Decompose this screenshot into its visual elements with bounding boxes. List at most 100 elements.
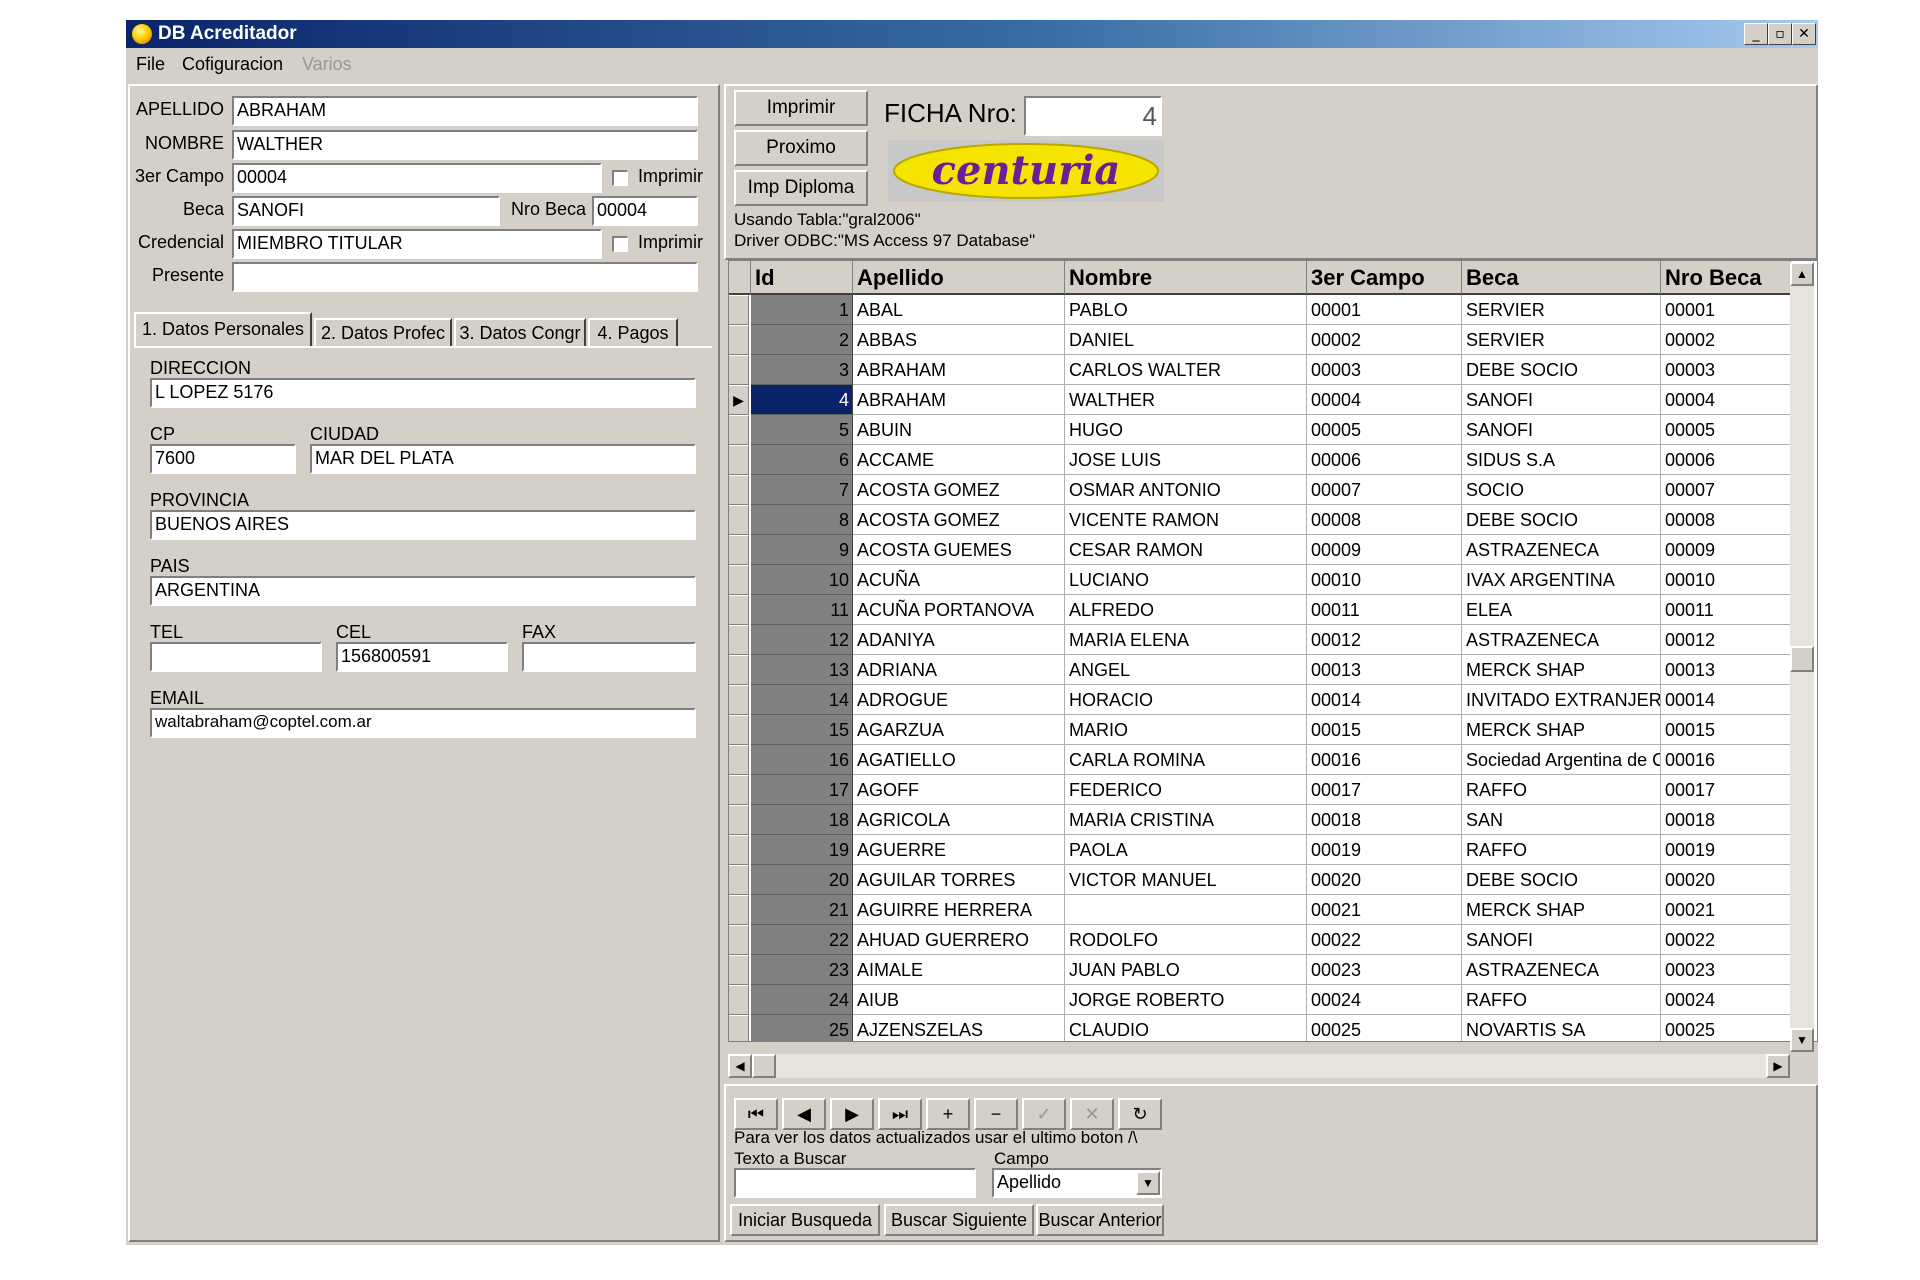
table-cell[interactable]: 12	[751, 625, 853, 655]
cp-field[interactable]: 7600	[150, 444, 296, 474]
table-cell[interactable]: 4	[751, 385, 853, 415]
table-cell[interactable]: AGRICOLA	[853, 805, 1065, 835]
table-cell[interactable]: Sociedad Argentina de C	[1462, 745, 1661, 775]
table-cell[interactable]: 00016	[1661, 745, 1791, 775]
table-cell[interactable]: DEBE SOCIO	[1462, 865, 1661, 895]
texto-buscar-input[interactable]	[734, 1168, 976, 1198]
table-cell[interactable]: 00021	[1307, 895, 1462, 925]
table-cell[interactable]: 00008	[1307, 505, 1462, 535]
table-cell[interactable]: 00013	[1661, 655, 1791, 685]
imp-diploma-button[interactable]: Imp Diploma	[734, 170, 868, 206]
minimize-button[interactable]: _	[1744, 23, 1768, 45]
fax-field[interactable]	[522, 642, 696, 672]
table-cell[interactable]: ALFREDO	[1065, 595, 1307, 625]
table-cell[interactable]: 00020	[1307, 865, 1462, 895]
table-cell[interactable]: AIUB	[853, 985, 1065, 1015]
row-indicator[interactable]	[729, 1015, 749, 1041]
table-cell[interactable]: ASTRAZENECA	[1462, 625, 1661, 655]
table-cell[interactable]: 10	[751, 565, 853, 595]
table-cell[interactable]: JUAN PABLO	[1065, 955, 1307, 985]
table-cell[interactable]: 14	[751, 685, 853, 715]
table-cell[interactable]: ASTRAZENECA	[1462, 535, 1661, 565]
first-icon[interactable]: ⏮	[734, 1098, 778, 1130]
table-cell[interactable]: 00005	[1307, 415, 1462, 445]
table-cell[interactable]: AGUIRRE HERRERA	[853, 895, 1065, 925]
table-cell[interactable]: PABLO	[1065, 295, 1307, 325]
iniciar-busqueda-button[interactable]: Iniciar Busqueda	[730, 1204, 880, 1236]
menu-file[interactable]: File	[136, 54, 165, 75]
table-cell[interactable]: 00024	[1661, 985, 1791, 1015]
title-bar[interactable]	[126, 20, 1818, 48]
table-cell[interactable]: ACCAME	[853, 445, 1065, 475]
table-cell[interactable]: SAN	[1462, 805, 1661, 835]
table-cell[interactable]: 00017	[1307, 775, 1462, 805]
table-cell[interactable]: 16	[751, 745, 853, 775]
nro-beca-field[interactable]: 00004	[592, 196, 698, 226]
tab-pagos[interactable]: 4. Pagos	[588, 318, 678, 346]
imprimir-credencial-checkbox[interactable]	[612, 236, 628, 252]
table-cell[interactable]: MERCK SHAP	[1462, 895, 1661, 925]
table-cell[interactable]: 00009	[1307, 535, 1462, 565]
menu-configuracion[interactable]: Cofiguracion	[182, 54, 283, 75]
table-cell[interactable]: 24	[751, 985, 853, 1015]
table-cell[interactable]: RODOLFO	[1065, 925, 1307, 955]
table-cell[interactable]: JORGE ROBERTO	[1065, 985, 1307, 1015]
email-field[interactable]: waltabraham@coptel.com.ar	[150, 708, 696, 738]
table-cell[interactable]: 00023	[1307, 955, 1462, 985]
table-cell[interactable]: 6	[751, 445, 853, 475]
table-cell[interactable]: RAFFO	[1462, 835, 1661, 865]
table-cell[interactable]: 25	[751, 1015, 853, 1041]
cancel-icon[interactable]: ✕	[1070, 1098, 1114, 1130]
table-cell[interactable]: 13	[751, 655, 853, 685]
row-indicator[interactable]	[729, 355, 749, 385]
row-indicator[interactable]	[729, 775, 749, 805]
table-cell[interactable]: ADANIYA	[853, 625, 1065, 655]
row-indicator[interactable]	[729, 475, 749, 505]
horizontal-scroll-thumb[interactable]	[752, 1054, 776, 1078]
table-cell[interactable]: LUCIANO	[1065, 565, 1307, 595]
table-cell[interactable]: 8	[751, 505, 853, 535]
pais-field[interactable]: ARGENTINA	[150, 576, 696, 606]
table-cell[interactable]: MARIO	[1065, 715, 1307, 745]
horizontal-scrollbar[interactable]	[728, 1054, 1790, 1078]
row-indicator[interactable]	[729, 505, 749, 535]
table-cell[interactable]: 00024	[1307, 985, 1462, 1015]
table-cell[interactable]: 00014	[1661, 685, 1791, 715]
tab-datos-profec[interactable]: 2. Datos Profec	[314, 318, 452, 346]
row-indicator[interactable]	[729, 685, 749, 715]
table-cell[interactable]: CESAR RAMON	[1065, 535, 1307, 565]
row-indicator[interactable]	[729, 985, 749, 1015]
ciudad-field[interactable]: MAR DEL PLATA	[310, 444, 696, 474]
table-cell[interactable]: ADROGUE	[853, 685, 1065, 715]
row-indicator[interactable]	[729, 655, 749, 685]
table-cell[interactable]: ACUÑA PORTANOVA	[853, 595, 1065, 625]
table-cell[interactable]: PAOLA	[1065, 835, 1307, 865]
table-cell[interactable]: 2	[751, 325, 853, 355]
table-cell[interactable]: 00006	[1661, 445, 1791, 475]
scroll-right-icon[interactable]: ▶	[1766, 1054, 1790, 1078]
table-cell[interactable]: 20	[751, 865, 853, 895]
row-indicator[interactable]	[729, 625, 749, 655]
row-indicator[interactable]	[729, 445, 749, 475]
cel-field[interactable]: 156800591	[336, 642, 508, 672]
table-cell[interactable]: 00001	[1661, 295, 1791, 325]
table-cell[interactable]: NOVARTIS SA	[1462, 1015, 1661, 1041]
table-cell[interactable]: 21	[751, 895, 853, 925]
table-cell[interactable]: ACOSTA GOMEZ	[853, 505, 1065, 535]
table-cell[interactable]: 11	[751, 595, 853, 625]
table-cell[interactable]: 00025	[1307, 1015, 1462, 1041]
table-cell[interactable]: ADRIANA	[853, 655, 1065, 685]
close-button[interactable]: ✕	[1792, 23, 1816, 45]
table-cell[interactable]: MARIA CRISTINA	[1065, 805, 1307, 835]
table-cell[interactable]: ASTRAZENECA	[1462, 955, 1661, 985]
table-cell[interactable]: 22	[751, 925, 853, 955]
table-cell[interactable]: 00012	[1307, 625, 1462, 655]
column-header[interactable]: Apellido	[853, 261, 1065, 295]
table-cell[interactable]: 00015	[1307, 715, 1462, 745]
table-cell[interactable]: 00013	[1307, 655, 1462, 685]
table-cell[interactable]: DANIEL	[1065, 325, 1307, 355]
table-cell[interactable]: SERVIER	[1462, 295, 1661, 325]
table-cell[interactable]: 00011	[1307, 595, 1462, 625]
table-cell[interactable]: 00015	[1661, 715, 1791, 745]
table-cell[interactable]: SERVIER	[1462, 325, 1661, 355]
